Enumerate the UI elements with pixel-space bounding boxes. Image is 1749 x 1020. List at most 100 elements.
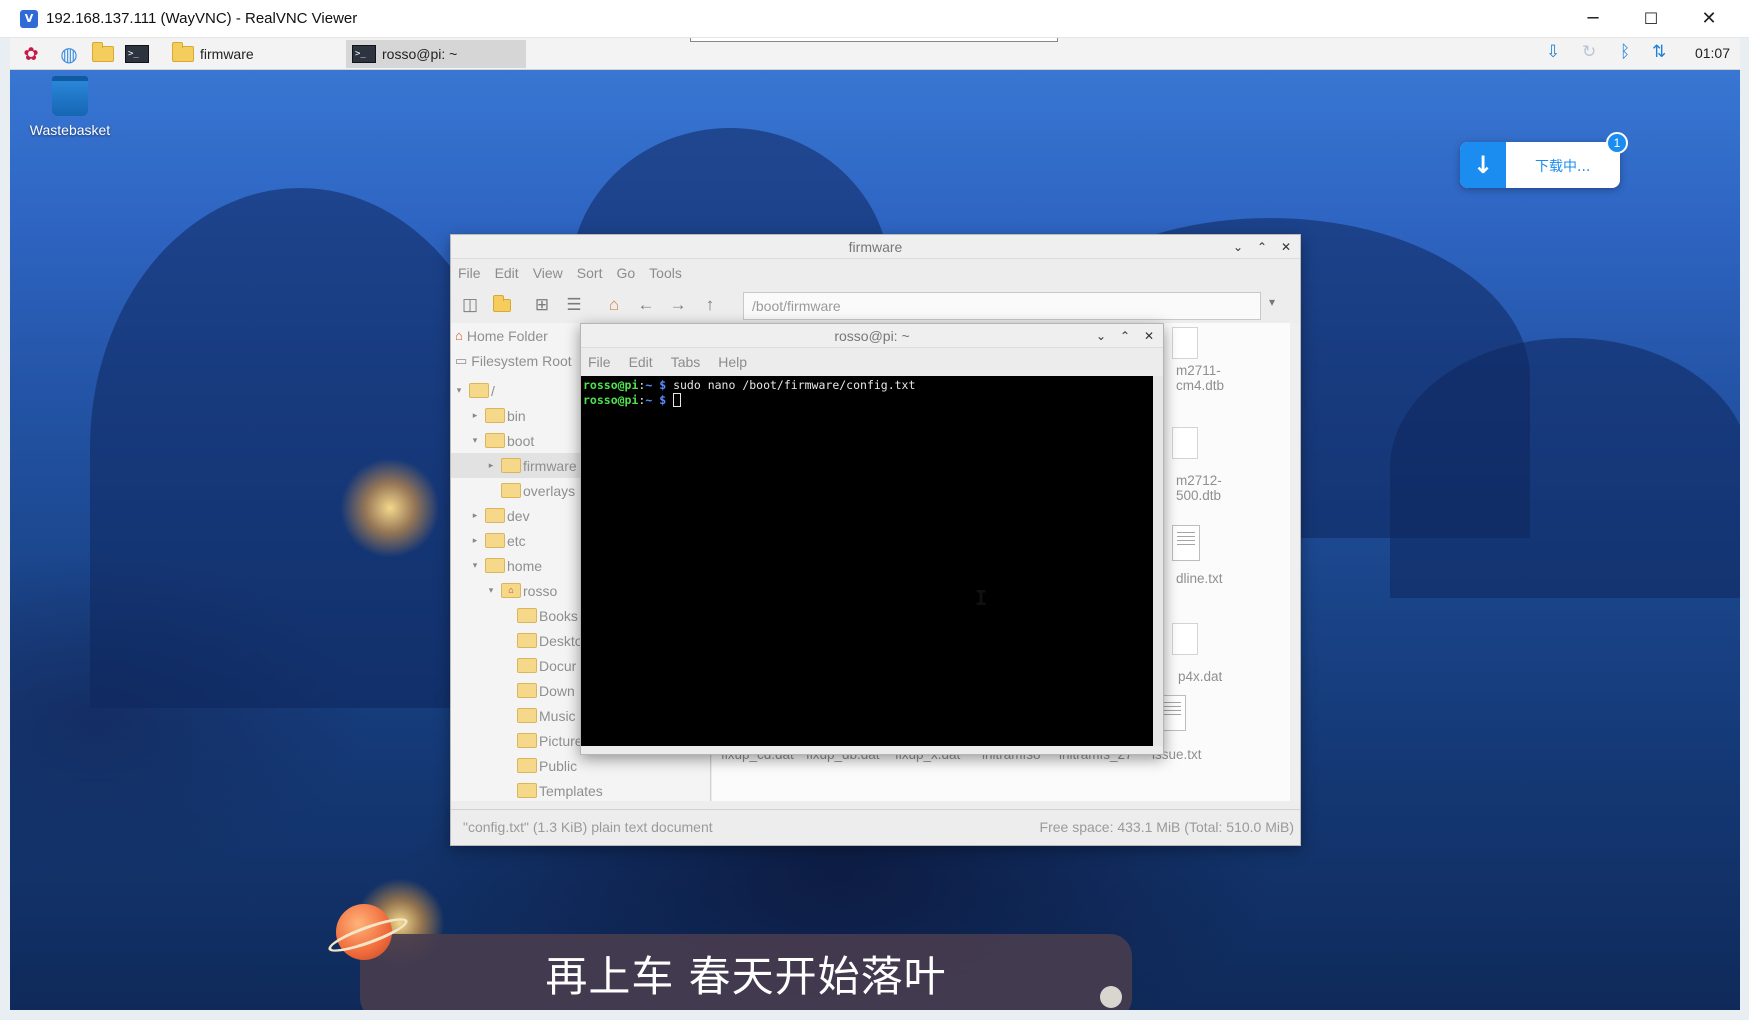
file-manager-titlebar[interactable]: firmware ⌄ ⌃ ✕ [451,235,1300,259]
file-label[interactable]: dline.txt [1176,571,1223,586]
host-maximize-button[interactable]: ☐ [1622,0,1680,38]
terminal-titlebar[interactable]: rosso@pi: ~ ⌄ ⌃ ✕ [581,324,1163,348]
place-label: Filesystem Root [471,352,572,369]
menu-go[interactable]: Go [616,265,635,281]
drive-icon: ▭ [455,352,468,368]
chevron-down-icon[interactable]: ⌄ [1230,235,1246,259]
folder-icon [469,383,489,398]
back-arrow-icon[interactable]: ← [633,292,659,318]
menu-file[interactable]: File [458,265,481,281]
browser-icon[interactable]: ◍ [56,42,82,66]
video-subtitle: 再上车 春天开始落叶 [360,934,1132,1010]
terminal-launcher[interactable]: >_ [124,42,150,66]
new-folder-icon[interactable] [489,292,515,318]
expander-icon: ▾ [472,435,478,445]
taskbar-window-label: rosso@pi: ~ [382,46,458,62]
tree-item-templates[interactable]: Templates [451,778,710,801]
chevron-up-icon[interactable]: ⌃ [1117,324,1133,348]
menu-sort[interactable]: Sort [577,265,603,281]
terminal-cursor [673,393,682,407]
menu-view[interactable]: View [533,265,563,281]
folder-icon [485,433,505,448]
menu-tabs[interactable]: Tabs [671,354,701,370]
menu-help[interactable]: Help [718,354,747,370]
folder-icon [517,608,537,623]
list-view-icon[interactable]: ☰ [561,292,587,318]
taskbar-window-firmware[interactable]: firmware [166,40,346,68]
file-view-scrollbar[interactable] [1290,323,1300,801]
host-minimize-button[interactable]: ─ [1564,0,1622,38]
host-window-title: 192.168.137.111 (WayVNC) - RealVNC Viewe… [46,10,358,27]
chevron-down-icon[interactable]: ▾ [1269,295,1275,309]
taskbar-window-label: firmware [200,46,254,62]
home-folder-icon: ⌂ [501,583,521,598]
forward-arrow-icon[interactable]: → [665,292,691,318]
chevron-up-icon[interactable]: ⌃ [1254,235,1270,259]
terminal-line: rosso@pi:~ $ [583,393,1161,408]
wastebasket-desktop-icon[interactable]: Wastebasket [20,76,120,138]
folder-icon [485,408,505,423]
text-cursor-icon: I [975,586,988,610]
file-manager-launcher[interactable] [90,42,116,66]
menu-tools[interactable]: Tools [649,265,682,281]
download-status-text: 下载中... [1535,159,1591,175]
download-widget[interactable]: ↓ 下载中... 1 [1460,132,1628,188]
terminal-screen[interactable]: rosso@pi:~ $ sudo nano /boot/firmware/co… [581,376,1163,746]
file-label[interactable]: m2712- 500.dtb [1176,473,1222,503]
file-label[interactable]: m2711- cm4.dtb [1176,363,1224,393]
place-label: Home Folder [466,327,548,344]
wastebasket-label: Wastebasket [29,122,111,138]
lantern-glow [340,458,440,558]
folder-icon [517,683,537,698]
menu-edit[interactable]: Edit [495,265,519,281]
sidebar-toggle-icon[interactable]: ◫ [457,292,483,318]
file-manager-menubar: File Edit View Sort Go Tools [451,259,1300,287]
folder-icon [517,658,537,673]
folder-icon [92,42,114,62]
folder-icon [517,758,537,773]
taskbar-tab-indicator [690,38,1058,42]
icon-view-icon[interactable]: ⊞ [529,292,555,318]
text-file-icon[interactable] [1172,525,1200,561]
file-manager-toolbar: ◫ ⊞ ☰ ⌂ ← → ↑ /boot/firmware ▾ [451,287,1300,323]
network-icon[interactable]: ⇅ [1652,42,1666,62]
expander-icon: ▾ [488,585,494,595]
path-input[interactable]: /boot/firmware [743,292,1261,320]
bluetooth-icon[interactable]: ᛒ [1620,42,1630,62]
terminal-scrollbar[interactable] [1153,376,1163,746]
mountain-silhouette [90,188,510,708]
chevron-down-icon[interactable]: ⌄ [1093,324,1109,348]
taskbar-clock[interactable]: 01:07 [1695,45,1730,61]
sync-icon[interactable]: ↻ [1582,42,1596,62]
file-icon[interactable] [1172,327,1198,359]
expander-icon: ▾ [472,560,478,570]
raspberry-menu-icon[interactable]: ✿ [18,42,44,66]
mountain-silhouette [1390,338,1740,598]
up-arrow-icon[interactable]: ↑ [697,292,723,318]
file-label[interactable]: p4x.dat [1178,669,1222,684]
terminal-window: rosso@pi: ~ ⌄ ⌃ ✕ File Edit Tabs Help ro… [580,323,1164,755]
file-icon[interactable] [1172,623,1198,655]
file-icon[interactable] [1172,427,1198,459]
status-free-space: Free space: 433.1 MiB (Total: 510.0 MiB) [1039,819,1294,835]
menu-file[interactable]: File [588,354,611,370]
terminal-title: rosso@pi: ~ [834,328,910,344]
home-icon[interactable]: ⌂ [601,292,627,318]
host-close-button[interactable]: ✕ [1680,0,1738,38]
expander-icon: ▸ [472,410,478,420]
folder-icon [501,458,521,473]
menu-edit[interactable]: Edit [629,354,653,370]
taskbar-window-terminal[interactable]: >_ rosso@pi: ~ [346,40,526,68]
file-manager-title: firmware [848,239,903,255]
home-icon: ⌂ [455,328,463,343]
terminal-menubar: File Edit Tabs Help [581,348,1163,375]
moon-sticker-icon [1100,986,1122,1008]
host-titlebar: V 192.168.137.111 (WayVNC) - RealVNC Vie… [0,0,1749,38]
tree-item-public[interactable]: Public [451,753,710,778]
close-icon[interactable]: ✕ [1141,324,1157,348]
folder-icon [485,533,505,548]
close-icon[interactable]: ✕ [1278,235,1294,259]
realvnc-logo-icon: V [20,10,38,28]
download-icon[interactable]: ⇩ [1546,42,1560,62]
expander-icon: ▾ [456,385,462,395]
